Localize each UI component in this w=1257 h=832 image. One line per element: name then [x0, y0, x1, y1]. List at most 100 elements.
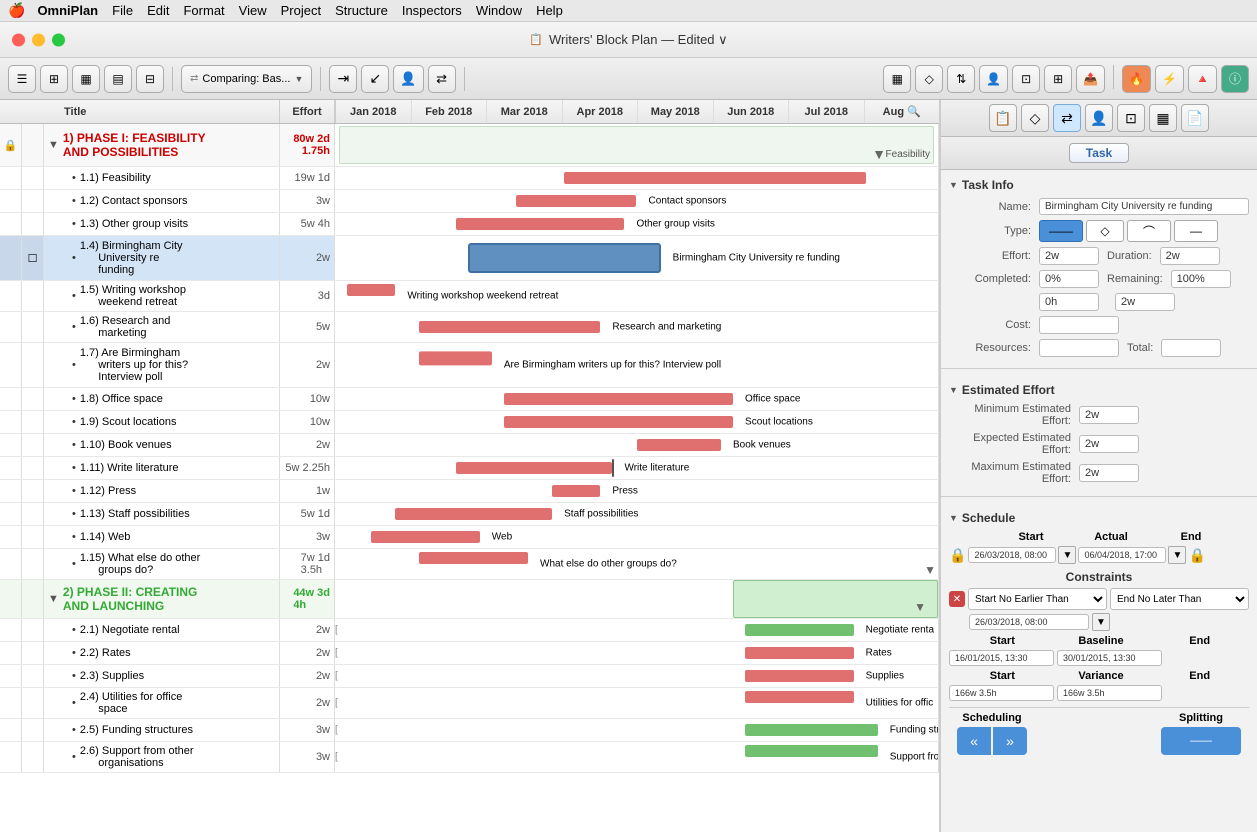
apple-menu[interactable]: 🍎 [8, 2, 25, 19]
duration-input[interactable] [1160, 247, 1220, 265]
name-input[interactable] [1039, 198, 1249, 215]
view-calendar-btn[interactable]: ▤ [104, 65, 132, 93]
comparing-selector[interactable]: ⇄ Comparing: Bas... ▼ [181, 65, 312, 93]
task-row-1-2[interactable]: •1.2) Contact sponsors 3w Contact sponso… [0, 190, 939, 213]
close-button[interactable] [12, 33, 25, 46]
start-date-picker[interactable]: ▼ [1058, 546, 1076, 564]
critical-btn[interactable]: 🔥 [1122, 65, 1151, 93]
menu-format[interactable]: Format [183, 3, 224, 18]
view-rows-btn[interactable]: ☰ [8, 65, 36, 93]
minimize-button[interactable] [32, 33, 45, 46]
split-view-btn[interactable]: ⊡ [1012, 65, 1040, 93]
remaining-input[interactable] [1171, 270, 1231, 288]
ins-diamond-btn[interactable]: ◇ [1021, 104, 1049, 132]
ins-text-btn[interactable]: 📄 [1181, 104, 1209, 132]
view-gantt-btn[interactable]: ⊞ [40, 65, 68, 93]
task-row-1-13[interactable]: •1.13) Staff possibilities 5w 1d Staff p… [0, 503, 939, 526]
info-btn[interactable]: ⓘ [1221, 65, 1249, 93]
ins-connect-btn[interactable]: ⇄ [1053, 104, 1081, 132]
type-group-btn[interactable]: — [1174, 220, 1218, 242]
task-row-2-2[interactable]: •2.2) Rates 2w [ Rates [0, 642, 939, 665]
menu-structure[interactable]: Structure [335, 3, 388, 18]
outdent-btn[interactable]: ↙ [361, 65, 389, 93]
task-row-phase2[interactable]: ▼ 2) PHASE II: CREATINGAND LAUNCHING 44w… [0, 580, 939, 619]
schedule-header[interactable]: ▼ Schedule [949, 511, 1249, 525]
task-row-1-15[interactable]: •1.15) What else do other groups do? 7w … [0, 549, 939, 580]
task-row-1-8[interactable]: •1.8) Office space 10w Office space [0, 388, 939, 411]
constraint-date-input[interactable] [969, 614, 1089, 630]
resources-input[interactable] [1039, 339, 1119, 357]
menu-window[interactable]: Window [476, 3, 522, 18]
split-action-btn[interactable]: —— [1161, 727, 1241, 755]
collapse-phase2[interactable]: ▼ [48, 593, 59, 605]
menu-edit[interactable]: Edit [147, 3, 169, 18]
assign-btn[interactable]: ⇅ [947, 65, 975, 93]
sched-back-btn[interactable]: « [957, 727, 991, 755]
task-row-1-7[interactable]: •1.7) Are Birmingham writers up for this… [0, 343, 939, 388]
effort-input[interactable] [1039, 247, 1099, 265]
task-row-1-4[interactable]: ☐ •1.4) Birmingham City University re fu… [0, 236, 939, 281]
sched-forward-btn[interactable]: » [993, 727, 1027, 755]
user-btn[interactable]: 👤 [979, 65, 1008, 93]
ins-table-btn[interactable]: ▦ [1149, 104, 1177, 132]
leveling-btn[interactable]: ⚡ [1155, 65, 1184, 93]
task-row-2-3[interactable]: •2.3) Supplies 2w [ Supplies [0, 665, 939, 688]
task-info-header[interactable]: ▼ Task Info [949, 178, 1249, 192]
maximize-button[interactable] [52, 33, 65, 46]
view-network-btn[interactable]: ▦ [72, 65, 100, 93]
completed-input[interactable] [1039, 270, 1099, 288]
task-row-1-3[interactable]: •1.3) Other group visits 5w 4h Other gro… [0, 213, 939, 236]
task-row-1-11[interactable]: •1.11) Write literature 5w 2.25h Write l… [0, 457, 939, 480]
menu-inspectors[interactable]: Inspectors [402, 3, 462, 18]
two-w-input[interactable] [1115, 293, 1175, 311]
ins-layout-btn[interactable]: ⊡ [1117, 104, 1145, 132]
table-view-btn[interactable]: ▦ [883, 65, 911, 93]
menu-omniplan[interactable]: OmniPlan [37, 3, 98, 18]
task-row-1-12[interactable]: •1.12) Press 1w Press [0, 480, 939, 503]
lock-end-icon[interactable]: 🔒 [1188, 547, 1205, 564]
task-row-2-6[interactable]: •2.6) Support from other organisations 3… [0, 742, 939, 773]
constraint-end-select[interactable]: End No Later Than [1110, 588, 1249, 610]
total-input[interactable] [1161, 339, 1221, 357]
task-row-1-14[interactable]: •1.14) Web 3w Web [0, 526, 939, 549]
start-date-input[interactable] [968, 547, 1056, 563]
ins-resource-btn[interactable]: 👤 [1085, 104, 1113, 132]
zero-h-input[interactable] [1039, 293, 1099, 311]
link-btn[interactable]: ⇄ [428, 65, 456, 93]
menu-project[interactable]: Project [281, 3, 321, 18]
menu-file[interactable]: File [112, 3, 133, 18]
estimated-effort-header[interactable]: ▼ Estimated Effort [949, 383, 1249, 397]
task-row-1-10[interactable]: •1.10) Book venues 2w Book venues [0, 434, 939, 457]
variance-start-input[interactable] [949, 685, 1054, 701]
cost-input[interactable] [1039, 316, 1119, 334]
expected-effort-input[interactable] [1079, 435, 1139, 453]
type-milestone-btn[interactable]: ◇ [1086, 220, 1124, 242]
collapse-phase1[interactable]: ▼ [48, 139, 59, 151]
min-effort-input[interactable] [1079, 406, 1139, 424]
constraint-x-btn[interactable]: ✕ [949, 591, 965, 607]
task-row-1-9[interactable]: •1.9) Scout locations 10w Scout location… [0, 411, 939, 434]
task-row-1-5[interactable]: •1.5) Writing workshop weekend retreat 3… [0, 281, 939, 312]
max-effort-input[interactable] [1079, 464, 1139, 482]
update-btn[interactable]: 🔺 [1188, 65, 1217, 93]
type-normal-btn[interactable]: —— [1039, 220, 1083, 242]
constraint-start-select[interactable]: Start No Earlier Than [968, 588, 1107, 610]
task-row-phase1[interactable]: 🔒 ▼ 1) PHASE I: FEASIBILITYAND POSSIBILI… [0, 124, 939, 167]
baseline-start-input[interactable] [949, 650, 1054, 666]
split-h-btn[interactable]: ⊞ [1044, 65, 1072, 93]
task-tab[interactable]: Task [1069, 143, 1129, 163]
actual-date-input[interactable] [1078, 547, 1166, 563]
type-hammock-btn[interactable]: ⌒ [1127, 220, 1171, 242]
ins-project-btn[interactable]: 📋 [989, 104, 1017, 132]
task-row-1-6[interactable]: •1.6) Research and marketing 5w Research… [0, 312, 939, 343]
task-row-1-1[interactable]: •1.1) Feasibility 19w 1d [0, 167, 939, 190]
styles-btn[interactable]: ◇ [915, 65, 943, 93]
task-row-2-5[interactable]: •2.5) Funding structures 3w [ Funding st… [0, 719, 939, 742]
task-row-2-4[interactable]: •2.4) Utilities for office space 2w [ Ut… [0, 688, 939, 719]
menu-help[interactable]: Help [536, 3, 563, 18]
menu-view[interactable]: View [239, 3, 267, 18]
baseline-end-input[interactable] [1057, 650, 1162, 666]
indent-btn[interactable]: ⇥ [329, 65, 357, 93]
resource-btn[interactable]: 👤 [393, 65, 423, 93]
view-workload-btn[interactable]: ⊟ [136, 65, 164, 93]
